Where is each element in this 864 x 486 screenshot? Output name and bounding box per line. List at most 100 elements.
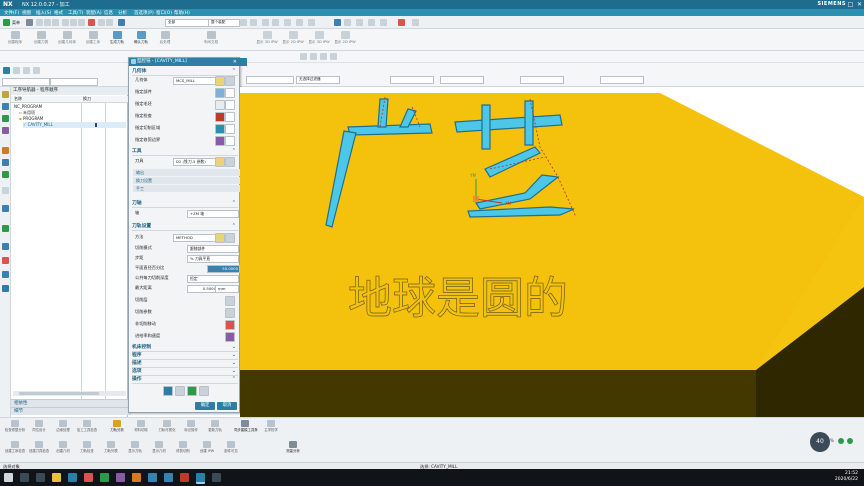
generate-icon[interactable] xyxy=(163,386,173,396)
info-icon[interactable] xyxy=(2,285,9,292)
description-section[interactable]: 描述 ⌄ xyxy=(132,360,238,368)
combo-a[interactable] xyxy=(246,76,294,84)
feeds-icon[interactable] xyxy=(225,332,235,342)
render-icon[interactable] xyxy=(344,19,351,26)
scope-filter-combo[interactable] xyxy=(50,78,98,86)
list-item-selected[interactable]: ✓ CAVITY_MILL xyxy=(23,122,126,128)
maximize-button[interactable]: □ xyxy=(846,0,855,9)
edit-tool-icon[interactable] xyxy=(215,157,225,167)
app-icon-3[interactable] xyxy=(116,473,125,482)
explorer-icon[interactable] xyxy=(52,473,61,482)
max-distance-input[interactable]: 0.5000 xyxy=(187,285,218,293)
clock-icon[interactable] xyxy=(2,243,9,250)
dialog-close-icon[interactable]: ✕ xyxy=(233,58,237,66)
verify-icon[interactable] xyxy=(187,386,197,396)
layer-icon-3[interactable] xyxy=(380,19,387,26)
bottom-button[interactable]: 创建几何 xyxy=(52,441,74,461)
bottom-button[interactable]: 更新刀轨 xyxy=(204,420,226,440)
bottom-button[interactable]: 刀轨分析 xyxy=(106,420,128,440)
percent-input[interactable]: 50.0000 xyxy=(207,265,240,273)
create-tool-button[interactable]: 创建刀具 xyxy=(28,31,54,49)
cancel-button[interactable]: 取消 xyxy=(217,402,237,410)
dependencies-panel[interactable]: 相依性 xyxy=(11,399,131,407)
bottom-button[interactable]: 创建 IPW xyxy=(196,441,218,461)
actions-section[interactable]: 操作 ⌃ xyxy=(132,376,238,384)
type-filter-combo[interactable] xyxy=(2,78,50,86)
collapse-icon[interactable]: ⌃ xyxy=(232,376,236,383)
paste-icon[interactable] xyxy=(78,19,85,26)
snap-icon-5[interactable] xyxy=(284,19,291,26)
redo-icon[interactable] xyxy=(106,19,113,26)
create-program-button[interactable]: 创建程序 xyxy=(2,31,28,49)
measure-icon-2[interactable] xyxy=(412,19,419,26)
start-icon[interactable] xyxy=(3,19,10,26)
details-panel[interactable]: 细节 xyxy=(11,407,131,415)
geometry-section[interactable]: 几何体 ⌃ xyxy=(132,68,238,76)
model-canvas[interactable]: YM XM 地球是圆的 xyxy=(240,87,864,417)
combo-f[interactable] xyxy=(600,76,644,84)
search-icon[interactable] xyxy=(20,473,29,482)
display-trim-icon[interactable] xyxy=(225,136,235,146)
show-3d-ipw-button[interactable]: 显示 3D IPW xyxy=(254,31,280,49)
app-icon-5[interactable] xyxy=(148,473,157,482)
scrollbar-thumb[interactable] xyxy=(19,392,99,395)
create-geometry-button[interactable]: 创建几何体 xyxy=(54,31,80,49)
specify-part-icon[interactable] xyxy=(215,88,225,98)
cut-icon[interactable] xyxy=(62,19,69,26)
select-icon[interactable] xyxy=(26,19,33,26)
view-icon[interactable] xyxy=(334,19,341,26)
show-2d-ipw-button[interactable]: 显示 2D IPW xyxy=(280,31,306,49)
combo-c[interactable] xyxy=(390,76,434,84)
combo-d[interactable] xyxy=(440,76,484,84)
bottom-button[interactable]: 修剪切削 xyxy=(172,441,194,461)
bottom-button[interactable]: 加工工具检查 xyxy=(76,420,98,440)
roles-icon[interactable] xyxy=(2,205,9,212)
new-geometry-icon[interactable] xyxy=(225,76,235,86)
expand-icon[interactable]: ⌄ xyxy=(232,344,236,351)
library-icon[interactable] xyxy=(2,147,9,154)
create-operation-button[interactable]: 创建工序 xyxy=(80,31,106,49)
web-icon[interactable] xyxy=(2,187,9,194)
filter-icon-4[interactable] xyxy=(33,67,40,74)
bottom-button[interactable]: 创建刀具检查 xyxy=(28,441,50,461)
reuse-icon[interactable] xyxy=(2,257,9,264)
windows-start-icon[interactable] xyxy=(4,473,13,482)
layer-icon-2[interactable] xyxy=(368,19,375,26)
task-view-icon[interactable] xyxy=(36,473,45,482)
output-subsection[interactable]: 输出 xyxy=(133,169,240,176)
postprocess-button[interactable]: 后处理 xyxy=(152,31,178,49)
display-blank-icon[interactable] xyxy=(225,100,235,110)
snap-icon[interactable] xyxy=(240,19,247,26)
delete-icon[interactable] xyxy=(88,19,95,26)
machine-nav-icon[interactable] xyxy=(2,127,9,134)
assembly-scope-combo[interactable]: 整个装配 xyxy=(208,19,240,27)
system-material-icon[interactable] xyxy=(2,171,9,178)
undo-icon[interactable] xyxy=(98,19,105,26)
replay-icon[interactable] xyxy=(175,386,185,396)
bottom-button[interactable]: 同步建模工具条 xyxy=(234,420,258,440)
filter-icon-2[interactable] xyxy=(13,67,20,74)
measure-icon[interactable] xyxy=(398,19,405,26)
tool-axis-section[interactable]: 刀轴 ⌃ xyxy=(132,200,238,208)
list-icon[interactable] xyxy=(199,386,209,396)
app-icon-7[interactable] xyxy=(180,473,189,482)
non-cut-icon[interactable] xyxy=(225,320,235,330)
app-icon-6[interactable] xyxy=(164,473,173,482)
bottom-button[interactable]: 部件可见 xyxy=(220,441,242,461)
bottom-button[interactable]: 检查修整分析 xyxy=(4,420,26,440)
copy-icon[interactable] xyxy=(70,19,77,26)
toolbar-icon-a[interactable] xyxy=(300,53,307,60)
assembly-nav-icon[interactable] xyxy=(2,91,9,98)
specify-cut-area-icon[interactable] xyxy=(215,124,225,134)
expand-icon[interactable]: ⌄ xyxy=(232,352,236,359)
cut-levels-icon[interactable] xyxy=(225,296,235,306)
specify-check-icon[interactable] xyxy=(215,112,225,122)
display-part-icon[interactable] xyxy=(225,88,235,98)
verify-path-button[interactable]: 确认刀轨 xyxy=(128,31,154,49)
bottom-button[interactable]: 创建工序检查 xyxy=(4,441,26,461)
edit-geometry-icon[interactable] xyxy=(215,76,225,86)
snap-icon-2[interactable] xyxy=(250,19,257,26)
show-2d-ipw-button-2[interactable]: 显示 2D IPW xyxy=(332,31,358,49)
generate-path-button[interactable]: 生成刀轨 xyxy=(104,31,130,49)
collapse-icon[interactable]: ⌃ xyxy=(232,223,236,230)
